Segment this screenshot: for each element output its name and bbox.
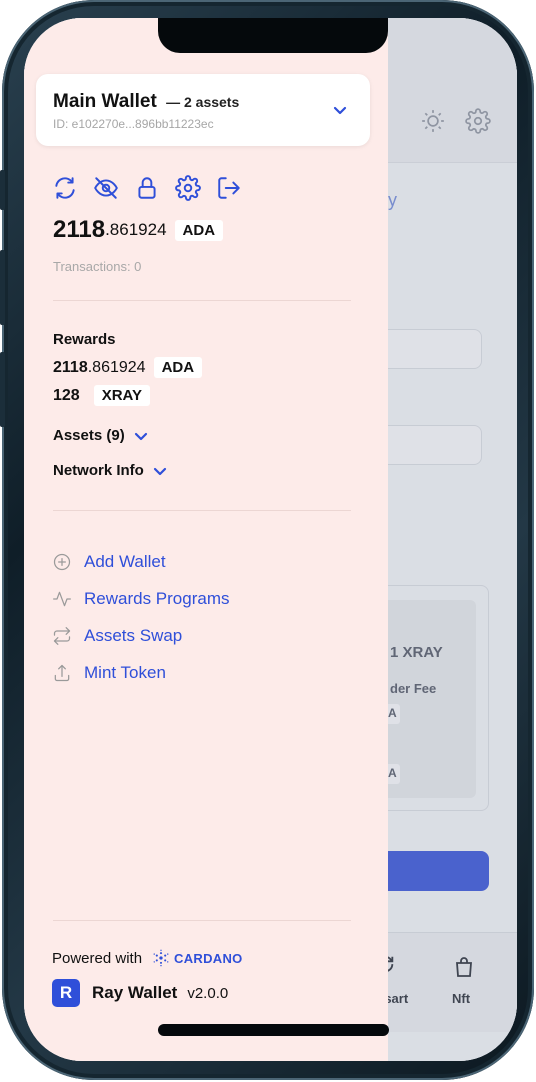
- cardano-logo[interactable]: CARDANO: [152, 949, 243, 967]
- chevron-down-icon: [134, 432, 147, 440]
- menu-item-mint-token[interactable]: Mint Token: [52, 654, 230, 691]
- menu-item-label: Add Wallet: [84, 551, 166, 571]
- chevron-down-icon[interactable]: [332, 102, 348, 118]
- wallet-assets-count: — 2 assets: [166, 94, 240, 110]
- phone-notch: [158, 18, 388, 53]
- wallet-name-line: Main Wallet — 2 assets: [53, 91, 239, 113]
- divider: [53, 300, 351, 301]
- swap-icon: [53, 626, 71, 645]
- menu-item-label: Rewards Programs: [84, 588, 230, 608]
- home-indicator[interactable]: [158, 1024, 389, 1036]
- ray-wallet-logo-icon: R: [52, 979, 80, 1007]
- wallet-id: ID: e102270e...896bb11223ec: [53, 117, 214, 131]
- wallet-actions-toolbar: [52, 175, 242, 201]
- plus-circle-icon: [53, 553, 71, 570]
- assets-toggle-label: Assets (9): [53, 427, 125, 444]
- divider: [53, 920, 351, 921]
- rewards-title: Rewards: [53, 331, 116, 348]
- menu-item-assets-swap[interactable]: Assets Swap: [52, 617, 230, 654]
- balance-currency-badge: ADA: [174, 219, 224, 241]
- menu-item-label: Mint Token: [84, 662, 166, 682]
- chevron-down-icon: [153, 467, 166, 475]
- phone-volume-up: [0, 250, 5, 325]
- app-brand: R Ray Wallet v2.0.0: [52, 979, 228, 1007]
- powered-with-label: Powered with: [52, 949, 143, 967]
- reward-row-xray: 128 XRAY: [53, 385, 151, 406]
- cardano-icon: [153, 949, 169, 967]
- transactions-count: Transactions: 0: [53, 259, 142, 274]
- reward-currency-badge: ADA: [153, 357, 203, 378]
- balance-integer: 2118: [53, 216, 106, 243]
- phone-volume-down: [0, 352, 5, 427]
- menu-item-add-wallet[interactable]: Add Wallet: [52, 543, 230, 580]
- upload-icon: [54, 664, 70, 681]
- reward-integer: 2118: [53, 358, 88, 376]
- refresh-icon[interactable]: [52, 175, 78, 201]
- activity-icon: [53, 591, 71, 606]
- divider: [53, 510, 351, 511]
- network-info-label: Network Info: [53, 462, 144, 479]
- logout-icon[interactable]: [216, 175, 242, 201]
- reward-row-ada: 2118 .861924 ADA: [53, 357, 203, 378]
- menu-item-label: Assets Swap: [84, 625, 183, 645]
- app-name: Ray Wallet: [92, 983, 178, 1002]
- wallet-name: Main Wallet: [53, 91, 157, 112]
- menu-item-rewards-programs[interactable]: Rewards Programs: [52, 580, 230, 617]
- wallet-selector[interactable]: Main Wallet — 2 assets ID: e102270e...89…: [36, 74, 370, 146]
- balance-decimal: .861924: [105, 220, 167, 239]
- reward-decimal: .861924: [87, 358, 146, 376]
- reward-integer: 128: [53, 386, 80, 404]
- powered-with-line: Powered with CARDANO: [52, 949, 243, 967]
- eye-off-icon[interactable]: [93, 175, 119, 201]
- drawer-menu: Add Wallet Rewards Programs Assets Swap …: [52, 543, 230, 691]
- reward-currency-badge: XRAY: [93, 385, 151, 406]
- cardano-wordmark: CARDANO: [174, 950, 243, 966]
- app-version: v2.0.0: [187, 984, 229, 1002]
- assets-toggle[interactable]: Assets (9): [53, 427, 149, 444]
- lock-icon[interactable]: [134, 175, 160, 201]
- phone-screen: y 1 XRAY der Fee A A tsart Nft Main Wall…: [24, 18, 517, 1061]
- settings-icon[interactable]: [175, 175, 201, 201]
- wallet-balance: 2118 .861924 ADA: [53, 216, 224, 244]
- side-drawer: Main Wallet — 2 assets ID: e102270e...89…: [24, 18, 388, 1061]
- phone-silent-switch: [0, 170, 5, 210]
- network-info-toggle[interactable]: Network Info: [53, 462, 168, 479]
